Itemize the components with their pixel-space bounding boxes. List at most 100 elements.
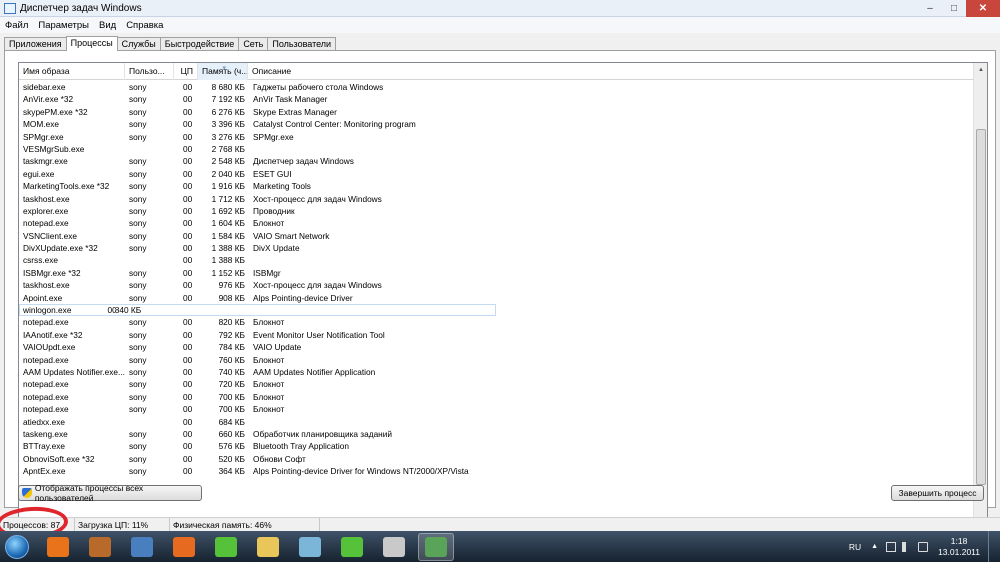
disk-tool-icon (383, 536, 405, 557)
cell-memory: 1 712 КБ (211, 193, 245, 204)
cell-user: sony (129, 181, 147, 192)
cell-user (125, 143, 174, 155)
table-row[interactable]: atiedxx.exe 00 684 КБ (19, 416, 974, 428)
cell-cpu: 00 (183, 453, 193, 464)
network-icon[interactable] (918, 541, 929, 552)
taskbar-icq-2-button[interactable] (334, 533, 370, 561)
menu-options[interactable]: Параметры (33, 20, 94, 31)
table-row[interactable]: notepad.exe sony 00 720 КБ Блокнот (19, 378, 974, 390)
status-cpu: Загрузка ЦП: 11% (75, 518, 170, 531)
table-row[interactable]: AAM Updates Notifier.exe... sony 00 740 КБ A… (19, 366, 974, 378)
cell-description: Диспетчер задач Windows (253, 156, 354, 167)
tab-4[interactable]: Сеть (238, 37, 269, 51)
table-row[interactable]: ApntEx.exe sony 00 364 КБ Alps Pointing-devi… (19, 465, 974, 477)
column-memory[interactable]: ▾ Память (ч... (198, 63, 248, 80)
cell-memory: 976 КБ (218, 280, 245, 291)
cell-description (248, 254, 974, 266)
table-row[interactable]: notepad.exe sony 00 760 КБ Блокнот (19, 354, 974, 366)
flag-icon[interactable] (886, 541, 897, 552)
tray-expand-icon[interactable]: ▲ (871, 543, 878, 550)
end-process-button[interactable]: Завершить процесс (891, 485, 984, 501)
column-cpu[interactable]: ЦП (174, 63, 198, 80)
show-all-users-button[interactable]: Отображать процессы всех пользователей (18, 483, 202, 503)
cell-cpu: 00 (107, 305, 114, 316)
table-row[interactable]: VESMgrSub.exe 00 2 768 КБ (19, 143, 974, 155)
menu-help[interactable]: Справка (121, 20, 168, 31)
taskbar-explorer-folder-button[interactable] (250, 533, 286, 561)
table-row[interactable]: MOM.exe sony 00 3 396 КБ Catalyst Control Ce… (19, 118, 974, 130)
table-row[interactable]: VAIOUpdt.exe sony 00 784 КБ VAIO Update (19, 341, 974, 353)
table-row[interactable]: taskhost.exe sony 00 976 КБ Хост-процесс для… (19, 279, 974, 291)
minimize-button[interactable]: – (918, 0, 942, 17)
cell-user: sony (129, 404, 147, 415)
table-row[interactable]: notepad.exe sony 00 1 604 КБ Блокнот (19, 217, 974, 229)
cell-memory: 720 КБ (218, 379, 245, 390)
cell-memory: 576 КБ (218, 441, 245, 452)
taskbar-disk-tool-button[interactable] (376, 533, 412, 561)
column-description[interactable]: Описание (248, 63, 974, 80)
taskbar-task-manager-button[interactable] (418, 532, 454, 561)
table-row[interactable]: ObnoviSoft.exe *32 sony 00 520 КБ Обнови Соф… (19, 453, 974, 465)
tab-1[interactable]: Процессы (65, 36, 118, 51)
scroll-up-icon[interactable]: ▲ (974, 63, 987, 77)
close-button[interactable]: ✕ (966, 0, 1000, 17)
table-row[interactable]: notepad.exe sony 00 820 КБ Блокнот (19, 316, 974, 328)
cell-description: Гаджеты рабочего стола Windows (253, 82, 384, 92)
cell-description: VAIO Smart Network (253, 230, 330, 241)
cell-cpu: 00 (183, 366, 193, 377)
table-row[interactable]: sidebar.exe sony 00 8 680 КБ Гаджеты рабочег… (19, 81, 974, 93)
show-desktop-button[interactable] (988, 531, 1000, 562)
table-row[interactable]: winlogon.exe 00840 КБ (19, 304, 496, 317)
status-bar: Процессов: 87 Загрузка ЦП: 11% Физическа… (0, 517, 1000, 531)
taskbar-arrow-tool-button[interactable] (82, 533, 118, 561)
process-list[interactable]: Имя образа Пользо... ЦП ▾ Память (ч... Оп… (18, 62, 988, 528)
cell-cpu: 00 (183, 354, 193, 365)
table-row[interactable]: IAAnotif.exe *32 sony 00 792 КБ Event Monito… (19, 329, 974, 341)
table-row[interactable]: ISBMgr.exe *32 sony 00 1 152 КБ ISBMgr (19, 267, 974, 279)
cell-image-name: IAAnotif.exe *32 (23, 329, 83, 340)
taskbar-media-player-button[interactable] (40, 533, 76, 561)
arrow-tool-icon (89, 536, 111, 557)
cell-description: DivX Update (253, 243, 300, 254)
cell-description: Блокнот (253, 379, 285, 390)
cell-cpu: 00 (183, 255, 193, 266)
table-row[interactable]: Apoint.exe sony 00 908 КБ Alps Pointing-devi… (19, 292, 974, 304)
table-row[interactable]: explorer.exe sony 00 1 692 КБ Проводник (19, 205, 974, 217)
table-row[interactable]: csrss.exe 00 1 388 КБ (19, 254, 974, 266)
table-row[interactable]: MarketingTools.exe *32 sony 00 1 916 КБ Mark… (19, 180, 974, 192)
language-indicator[interactable]: RU (849, 542, 861, 552)
tab-2[interactable]: Службы (116, 37, 161, 51)
maximize-button[interactable]: □ (942, 0, 966, 17)
vertical-scrollbar[interactable]: ▲ ▼ (973, 63, 987, 527)
tab-3[interactable]: Быстродействие (159, 37, 240, 51)
table-row[interactable]: notepad.exe sony 00 700 КБ Блокнот (19, 391, 974, 403)
table-row[interactable]: AnVir.exe *32 sony 00 7 192 КБ AnVir Task Ma… (19, 93, 974, 105)
table-row[interactable]: BTTray.exe sony 00 576 КБ Bluetooth Tray App… (19, 440, 974, 452)
table-row[interactable]: skypePM.exe *32 sony 00 6 276 КБ Skype Extra… (19, 106, 974, 118)
start-button[interactable] (0, 531, 34, 562)
cell-image-name: winlogon.exe (23, 305, 72, 316)
taskbar-paint-app-button[interactable] (292, 533, 328, 561)
table-row[interactable]: taskhost.exe sony 00 1 712 КБ Хост-процесс д… (19, 193, 974, 205)
clock[interactable]: 1:18 13.01.2011 (938, 536, 980, 558)
tab-0[interactable]: Приложения (4, 37, 67, 51)
menu-file[interactable]: Файл (0, 20, 33, 31)
table-row[interactable]: notepad.exe sony 00 700 КБ Блокнот (19, 403, 974, 415)
table-row[interactable]: SPMgr.exe sony 00 3 276 КБ SPMgr.exe (19, 131, 974, 143)
menu-view[interactable]: Вид (94, 20, 121, 31)
table-row[interactable]: egui.exe sony 00 2 040 КБ ESET GUI (19, 168, 974, 180)
column-image-name[interactable]: Имя образа (19, 63, 125, 80)
volume-icon[interactable] (902, 541, 912, 552)
table-row[interactable]: VSNClient.exe sony 00 1 584 КБ VAIO Smart Ne… (19, 230, 974, 242)
column-user[interactable]: Пользо... (125, 63, 174, 80)
tab-5[interactable]: Пользователи (267, 37, 337, 51)
taskbar-network-app-button[interactable] (124, 533, 160, 561)
table-row[interactable]: taskmgr.exe sony 00 2 548 КБ Диспетчер задач… (19, 155, 974, 167)
table-row[interactable]: taskeng.exe sony 00 660 КБ Обработчик планир… (19, 428, 974, 440)
taskbar-firefox-button[interactable] (166, 533, 202, 561)
cell-user: sony (129, 131, 147, 142)
scroll-thumb[interactable] (976, 129, 986, 485)
cell-memory: 700 КБ (218, 391, 245, 402)
taskbar-icq-button[interactable] (208, 533, 244, 561)
table-row[interactable]: DivXUpdate.exe *32 sony 00 1 388 КБ DivX Upd… (19, 242, 974, 254)
